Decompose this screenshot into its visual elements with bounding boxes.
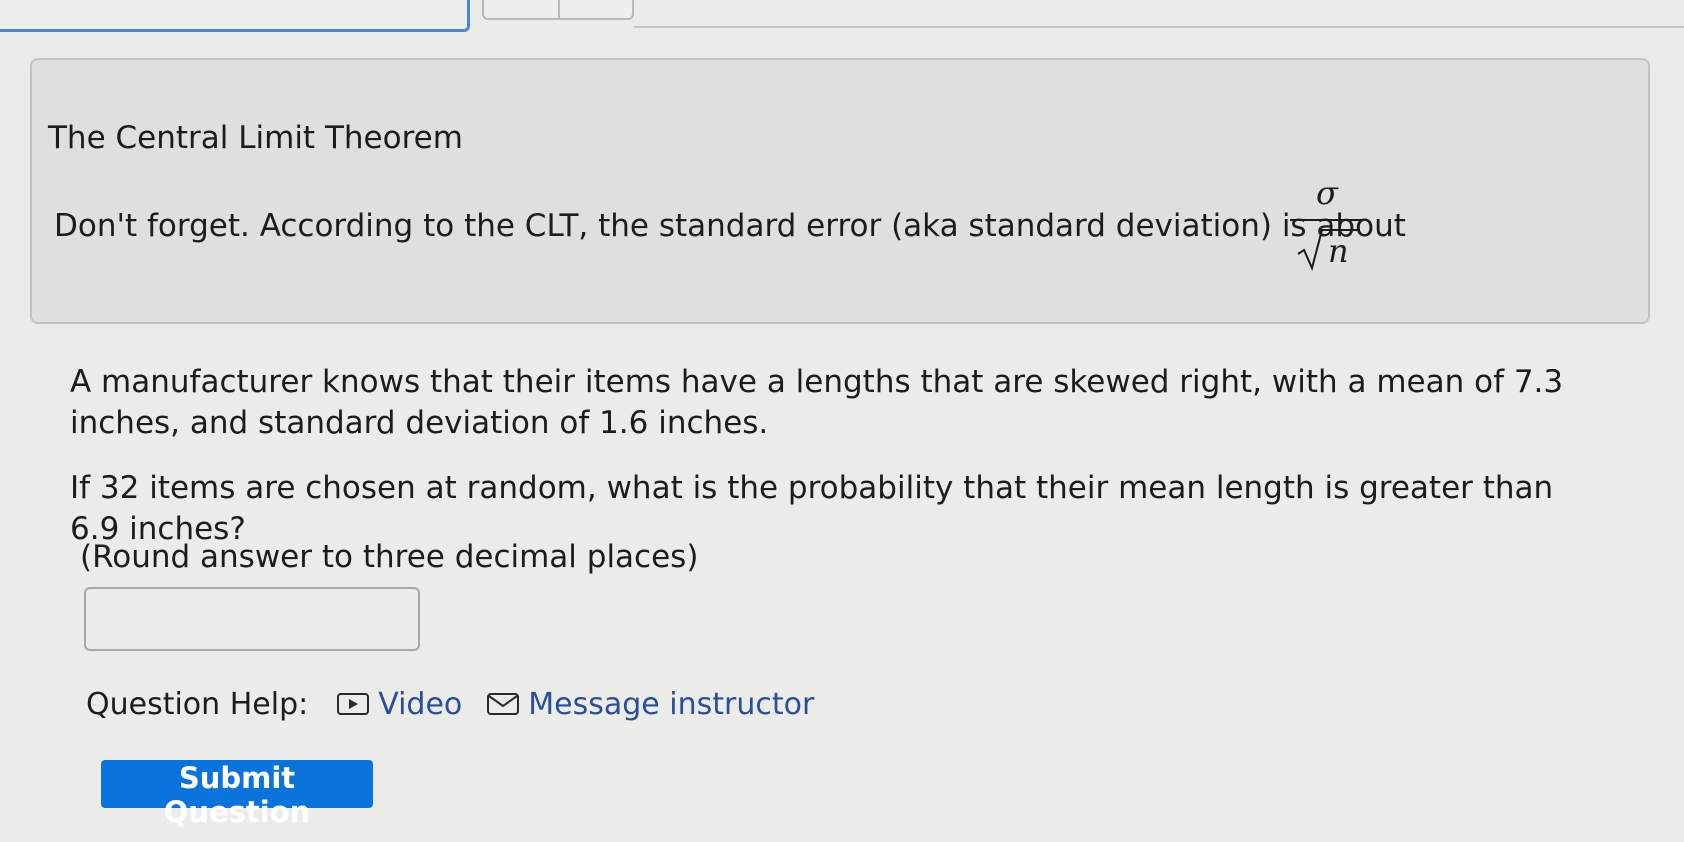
standard-error-formula: σ n [1290,174,1364,274]
tab-group[interactable] [482,0,634,20]
tab-divider [558,0,560,18]
video-link-label: Video [378,686,463,722]
info-title: The Central Limit Theorem [48,120,463,156]
question-help-label: Question Help: [86,686,309,722]
submit-question-button[interactable]: Submit Question [101,760,373,829]
message-instructor-label: Message instructor [528,686,815,722]
question-paragraph-1: A manufacturer knows that their items ha… [70,364,1564,441]
answer-input[interactable] [84,587,420,651]
mail-icon [487,693,520,715]
square-root-icon: n [1297,229,1360,272]
active-tab[interactable] [0,0,470,32]
message-instructor-link[interactable]: Message instructor [486,687,814,722]
rounding-instruction: (Round answer to three decimal places) [80,539,699,575]
video-icon [337,693,370,715]
info-text: Don't forget. According to the CLT, the … [54,208,1406,244]
formula-denominator: n [1328,232,1349,270]
info-panel [30,58,1650,324]
formula-numerator: σ [1316,174,1338,212]
top-divider [634,26,1684,28]
question-help-row: Question Help: Video Message instructor [86,684,838,724]
fraction-bar [1290,219,1364,221]
video-link[interactable]: Video [336,687,462,722]
